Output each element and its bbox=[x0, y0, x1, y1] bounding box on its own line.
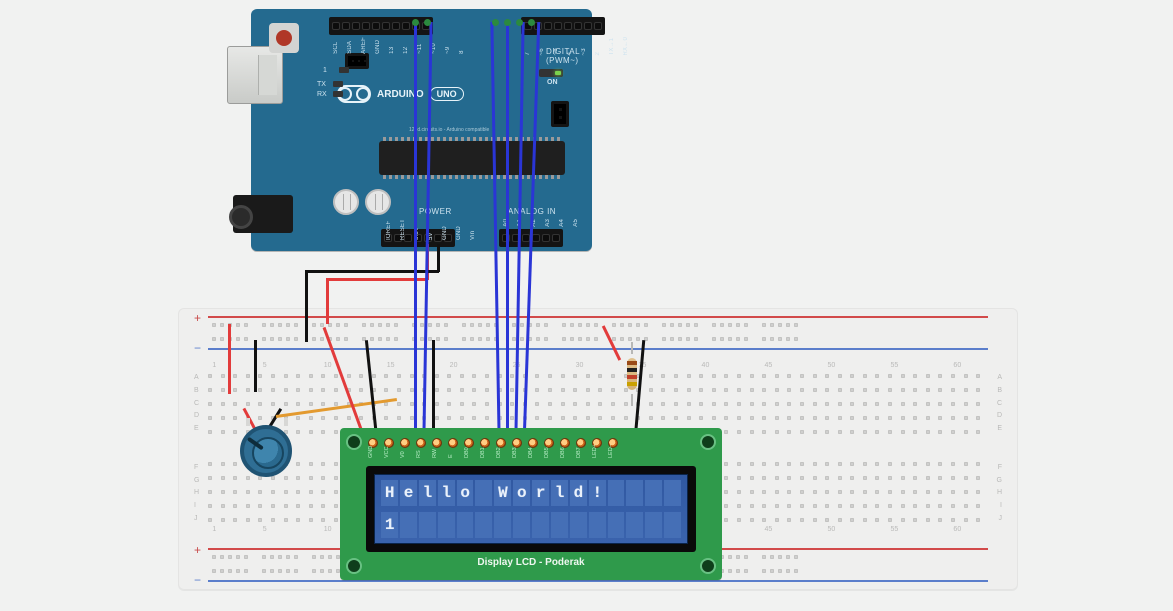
lcd-cell: o bbox=[513, 480, 530, 506]
lcd-cell bbox=[589, 512, 606, 538]
rail-plus-label: + bbox=[194, 312, 201, 324]
lcd-module: GNDVCCV0RSRWEDB0DB1DB2DB3DB4DB5DB6DB7LED… bbox=[340, 428, 722, 580]
digital-section-label: DIGITAL (PWM~) bbox=[546, 47, 592, 65]
lcd-cell: ! bbox=[589, 480, 606, 506]
lcd-cell bbox=[438, 512, 455, 538]
lcd-pin[interactable] bbox=[416, 438, 426, 448]
lcd-cell bbox=[419, 512, 436, 538]
lcd-cell: d bbox=[570, 480, 587, 506]
microcontroller-chip-icon bbox=[379, 141, 565, 175]
icsp-header-2-icon bbox=[551, 101, 569, 127]
mount-hole-icon bbox=[346, 434, 362, 450]
lcd-cell: l bbox=[419, 480, 436, 506]
capacitors-icon bbox=[333, 189, 391, 215]
model-badge: UNO bbox=[430, 87, 464, 101]
lcd-cell bbox=[608, 480, 625, 506]
tie-point-grid-upper[interactable] bbox=[208, 374, 988, 436]
power-rail-top[interactable]: + − bbox=[208, 316, 988, 350]
wire-node-icon bbox=[424, 19, 431, 26]
lcd-cell bbox=[626, 512, 643, 538]
lcd-cell: 1 bbox=[381, 512, 398, 538]
lcd-cell bbox=[664, 480, 681, 506]
tx-label: TX bbox=[317, 81, 326, 88]
usb-port-icon bbox=[227, 46, 283, 104]
lcd-cell bbox=[570, 512, 587, 538]
pin-labels-top-left: SCLSDAAREFGND1312~11~10~98 bbox=[333, 37, 469, 54]
lcd-cell bbox=[532, 512, 549, 538]
lcd-cell: r bbox=[532, 480, 549, 506]
lcd-row-2: 1 bbox=[381, 512, 681, 538]
column-numbers-top: 151015202530354045505560 bbox=[208, 362, 988, 372]
lcd-pin-labels: GNDVCCV0RSRWEDB0DB1DB2DB3DB4DB5DB6DB7LED… bbox=[366, 450, 616, 456]
lcd-caption: Display LCD - Poderak bbox=[340, 557, 722, 568]
resistor-lead-icon bbox=[631, 342, 633, 354]
wire-node-icon bbox=[492, 19, 499, 26]
lcd-cell bbox=[664, 512, 681, 538]
dc-jack-icon bbox=[233, 195, 293, 233]
lcd-cell bbox=[608, 512, 625, 538]
power-led-icon bbox=[539, 69, 563, 77]
rx-label: RX bbox=[317, 91, 327, 98]
lcd-cell: l bbox=[551, 480, 568, 506]
rail-plus-label: + bbox=[194, 544, 201, 556]
rail-minus-label: − bbox=[194, 342, 201, 354]
rail-minus-label: − bbox=[194, 574, 201, 586]
potentiometer[interactable] bbox=[240, 425, 292, 477]
wire-black bbox=[305, 270, 439, 273]
lcd-cell bbox=[513, 512, 530, 538]
lcd-cell bbox=[551, 512, 568, 538]
lcd-cell bbox=[475, 480, 492, 506]
lcd-cell: W bbox=[494, 480, 511, 506]
lcd-cell bbox=[626, 480, 643, 506]
diagram-canvas: { "arduino": { "brand": "ARDUINO", "mode… bbox=[0, 0, 1173, 611]
lcd-cell: e bbox=[400, 480, 417, 506]
wire-red bbox=[326, 278, 428, 281]
lcd-pin[interactable] bbox=[400, 438, 410, 448]
lcd-cell: l bbox=[438, 480, 455, 506]
resistor-body-icon bbox=[627, 358, 637, 390]
lcd-frame: Hello World! 1 bbox=[366, 466, 696, 552]
reset-button[interactable] bbox=[269, 23, 299, 53]
row-letters-right: ABCDEFGHIJ bbox=[990, 374, 1002, 524]
lcd-cell bbox=[475, 512, 492, 538]
power-led-label: ON bbox=[547, 79, 558, 86]
lcd-pin[interactable] bbox=[448, 438, 458, 448]
arduino-logo: ARDUINO UNO bbox=[337, 85, 464, 103]
lcd-pin[interactable] bbox=[432, 438, 442, 448]
power-section-label: POWER bbox=[419, 207, 452, 216]
resistor[interactable] bbox=[627, 352, 637, 396]
lcd-cell bbox=[400, 512, 417, 538]
lcd-row-1: Hello World! bbox=[381, 480, 681, 506]
resistor-lead-icon bbox=[631, 394, 633, 406]
led1-label: 1 bbox=[323, 67, 327, 74]
wire-node-icon bbox=[504, 19, 511, 26]
wire-node-icon bbox=[516, 19, 523, 26]
lcd-cell bbox=[645, 480, 662, 506]
pin-labels-analog: A0A1A2A3A4A5 bbox=[503, 219, 583, 227]
brand-text: ARDUINO bbox=[377, 89, 424, 100]
lcd-cell: H bbox=[381, 480, 398, 506]
analog-section-label: ANALOG IN bbox=[508, 207, 556, 216]
lcd-cell bbox=[494, 512, 511, 538]
lcd-cell: o bbox=[457, 480, 474, 506]
arduino-uno-board: SCLSDAAREFGND1312~11~10~98 7~6~54~32TX→1… bbox=[251, 9, 592, 251]
lcd-cell bbox=[457, 512, 474, 538]
wire-node-icon bbox=[528, 19, 535, 26]
row-letters-left: ABCDEFGHIJ bbox=[194, 374, 206, 524]
analog-header[interactable] bbox=[499, 229, 563, 247]
mount-hole-icon bbox=[700, 434, 716, 450]
board-smallprint: 123d.circuits.io - Arduino compatible bbox=[409, 127, 489, 133]
pin-labels-power: IOREFRESET3.3V5VGNDGNDVin bbox=[386, 219, 480, 240]
lcd-screen: Hello World! 1 bbox=[374, 474, 688, 544]
wire-node-icon bbox=[412, 19, 419, 26]
lcd-cell bbox=[645, 512, 662, 538]
